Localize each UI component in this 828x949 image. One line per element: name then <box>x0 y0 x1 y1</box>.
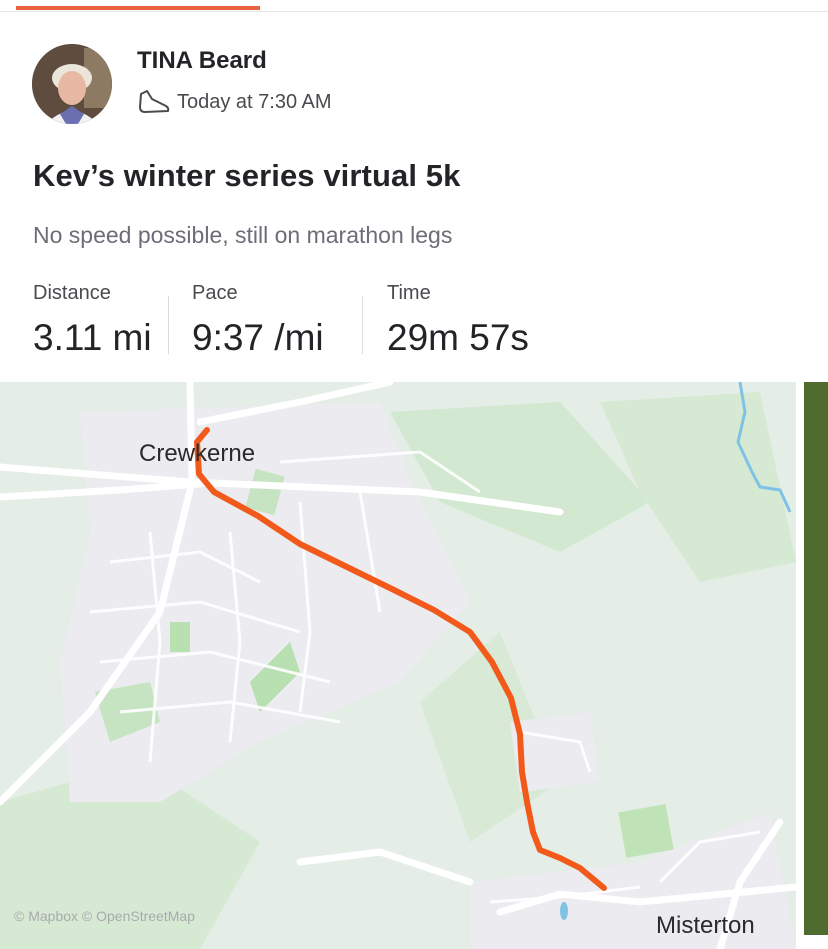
map-canvas <box>0 382 796 949</box>
active-tab-indicator <box>16 6 260 10</box>
shoe-icon <box>139 90 170 113</box>
activity-timestamp: Today at 7:30 AM <box>177 90 332 113</box>
stat-pace: Pace 9:37 /mi <box>192 282 324 359</box>
map-attribution[interactable]: © Mapbox © OpenStreetMap <box>14 908 195 924</box>
top-bar <box>0 0 828 12</box>
stat-divider <box>362 296 363 354</box>
pond <box>560 902 568 920</box>
stat-label: Pace <box>192 282 238 304</box>
map-label-crewkerne: Crewkerne <box>139 440 256 467</box>
avatar[interactable] <box>32 44 112 124</box>
park-area <box>618 804 674 858</box>
avatar-photo-icon <box>32 44 112 124</box>
stat-value: 3.11 mi <box>33 317 152 358</box>
map-label-misterton: Misterton <box>656 912 755 939</box>
park-area <box>170 622 190 652</box>
stat-divider <box>168 296 169 354</box>
stat-time: Time 29m 57s <box>387 282 529 359</box>
activity-title[interactable]: Kev’s winter series virtual 5k <box>33 158 460 194</box>
stat-label: Time <box>387 282 431 304</box>
divider <box>0 11 828 12</box>
activity-photo[interactable] <box>804 382 828 935</box>
activity-meta: Today at 7:30 AM <box>137 88 332 116</box>
stat-value: 29m 57s <box>387 317 529 358</box>
stat-value: 9:37 /mi <box>192 317 324 358</box>
stat-distance: Distance 3.11 mi <box>33 282 152 359</box>
stat-label: Distance <box>33 282 111 304</box>
activity-description: No speed possible, still on marathon leg… <box>33 222 453 248</box>
athlete-name[interactable]: TINA Beard <box>137 47 267 75</box>
route-map[interactable] <box>0 382 796 949</box>
